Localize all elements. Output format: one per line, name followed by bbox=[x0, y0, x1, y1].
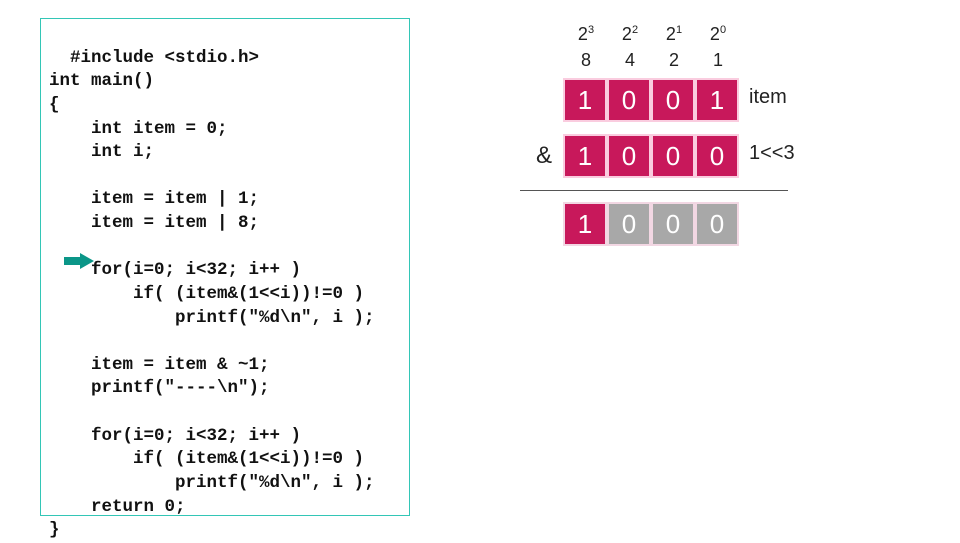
code-box: #include <stdio.h> int main() { int item… bbox=[40, 18, 410, 516]
hdr-pow-3: 23 bbox=[565, 24, 607, 45]
divider-line bbox=[520, 190, 788, 191]
bit-cell: 0 bbox=[697, 136, 737, 176]
bit-cell: 1 bbox=[565, 80, 605, 120]
bit-cell: 1 bbox=[565, 136, 605, 176]
code-text: #include <stdio.h> int main() { int item… bbox=[49, 48, 375, 541]
bit-cell: 0 bbox=[609, 204, 649, 244]
bit-cell: 0 bbox=[653, 80, 693, 120]
hdr-val-4: 4 bbox=[609, 50, 651, 71]
arrow-shape bbox=[64, 253, 94, 269]
bit-cell: 0 bbox=[609, 80, 649, 120]
bit-cell: 0 bbox=[697, 204, 737, 244]
bit-cell: 1 bbox=[697, 80, 737, 120]
hdr-pow-1: 21 bbox=[653, 24, 695, 45]
row-label-item: item bbox=[749, 86, 787, 109]
hdr-val-1: 1 bbox=[697, 50, 739, 71]
operator-and: & bbox=[536, 142, 552, 170]
arrow-icon bbox=[64, 253, 94, 269]
bit-cell: 0 bbox=[653, 204, 693, 244]
hdr-val-8: 8 bbox=[565, 50, 607, 71]
row-label-shift: 1<<3 bbox=[749, 142, 795, 165]
hdr-val-2: 2 bbox=[653, 50, 695, 71]
bit-cell: 0 bbox=[653, 136, 693, 176]
hdr-pow-0: 20 bbox=[697, 24, 739, 45]
bit-cell: 1 bbox=[565, 204, 605, 244]
hdr-pow-2: 22 bbox=[609, 24, 651, 45]
bit-cell: 0 bbox=[609, 136, 649, 176]
